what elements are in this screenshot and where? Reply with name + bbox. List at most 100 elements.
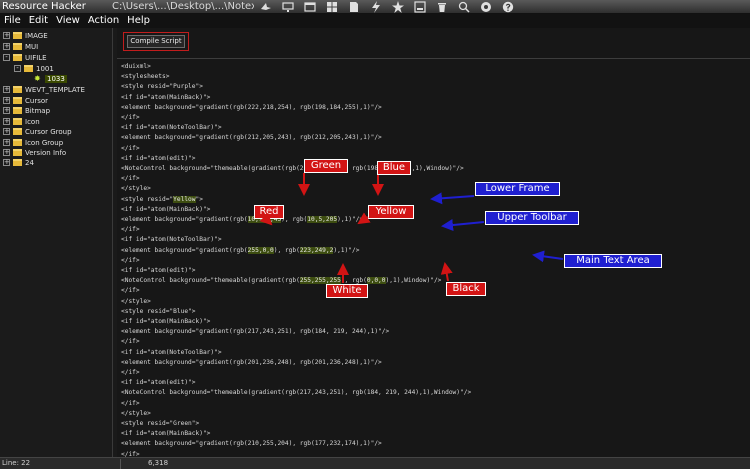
tree-item-label: IMAGE <box>25 31 48 40</box>
expand-icon[interactable]: + <box>3 139 10 146</box>
code-line[interactable]: <style resid="Blue"> <box>121 307 196 317</box>
dialog-icon[interactable] <box>409 0 431 14</box>
tree-item-1033[interactable]: ✸ 1033 <box>34 73 67 84</box>
annotation-red: Red <box>254 205 284 219</box>
code-line[interactable]: </style> <box>121 409 151 419</box>
code-line[interactable]: <stylesheets> <box>121 72 169 82</box>
tree-item-label: WEVT_TEMPLATE <box>25 85 85 94</box>
annotation-blue: Blue <box>377 161 411 175</box>
tree-item-label: 1033 <box>45 74 67 83</box>
code-line[interactable]: <style resid="Green"> <box>121 419 199 429</box>
code-line[interactable]: <element background="gradient(rgb(255,0,… <box>121 246 359 256</box>
compile-script-button[interactable]: Compile Script <box>127 35 185 48</box>
code-line[interactable]: </style> <box>121 184 151 194</box>
collapse-icon[interactable]: - <box>14 65 21 72</box>
code-line[interactable]: <element background="gradient(rgb(201,23… <box>121 358 382 368</box>
tree-item-label: Icon Group <box>25 138 64 147</box>
add-resource-icon[interactable] <box>453 0 475 14</box>
tree-item-label: MUI <box>25 42 39 51</box>
code-line[interactable]: <if id="atom(MainBack)"> <box>121 93 210 103</box>
menu-help[interactable]: Help <box>123 14 154 28</box>
annotation-white: White <box>326 284 368 298</box>
expand-icon[interactable]: + <box>3 97 10 104</box>
code-line[interactable]: <if id="atom(MainBack)"> <box>121 429 210 439</box>
code-line[interactable]: <element background="gradient(rgb(10,196… <box>121 215 363 225</box>
code-line[interactable]: <element background="gradient(rgb(212,20… <box>121 133 382 143</box>
folder-open-icon <box>24 65 33 72</box>
collapse-icon[interactable]: - <box>3 54 10 61</box>
menu-edit[interactable]: Edit <box>25 14 52 28</box>
code-line[interactable]: <if id="atom(edit)"> <box>121 154 196 164</box>
expand-icon[interactable]: + <box>3 86 10 93</box>
code-line[interactable]: <NoteControl background="themeable(gradi… <box>121 388 471 398</box>
expand-icon[interactable]: + <box>3 107 10 114</box>
tree-item-label: 24 <box>25 158 34 167</box>
highlighted-value: Yellow <box>173 195 196 203</box>
gear-icon[interactable] <box>475 0 497 14</box>
expand-icon[interactable]: + <box>3 118 10 125</box>
code-line[interactable]: </if> <box>121 256 140 266</box>
expand-icon[interactable]: + <box>3 149 10 156</box>
code-line[interactable]: <style resid="Purple"> <box>121 82 203 92</box>
folder-icon <box>13 107 22 114</box>
code-line[interactable]: <element background="gradient(rgb(210,25… <box>121 439 382 449</box>
folder-icon <box>13 86 22 93</box>
tree-item-wevt-template[interactable]: + WEVT_TEMPLATE <box>3 84 85 95</box>
tree-item-label: Bitmap <box>25 106 51 115</box>
code-line[interactable]: </if> <box>121 174 140 184</box>
expand-icon[interactable]: + <box>3 159 10 166</box>
code-line[interactable]: </style> <box>121 297 151 307</box>
app-title: Resource Hacker <box>2 1 86 12</box>
new-file-icon[interactable] <box>343 0 365 14</box>
code-line[interactable]: <style resid="Yellow"> <box>121 195 203 205</box>
tree-item-label: UIFILE <box>25 53 47 62</box>
code-line[interactable]: </if> <box>121 337 140 347</box>
monitor-icon[interactable] <box>277 0 299 14</box>
tree-item-uifile[interactable]: - UIFILE <box>3 52 47 63</box>
code-line[interactable]: <NoteControl background="themeable(gradi… <box>121 164 464 174</box>
code-line[interactable]: <if id="atom(edit)"> <box>121 266 196 276</box>
expand-icon[interactable]: + <box>3 32 10 39</box>
menu-action[interactable]: Action <box>84 14 123 28</box>
code-line[interactable]: </if> <box>121 225 140 235</box>
code-line[interactable]: </if> <box>121 144 140 154</box>
highlighted-value: 255,0,0 <box>247 246 274 254</box>
tree-item-label: Cursor <box>25 96 49 105</box>
menu-view[interactable]: View <box>52 14 84 28</box>
code-line[interactable]: <if id="atom(MainBack)"> <box>121 205 210 215</box>
menu-file[interactable]: File <box>0 14 25 28</box>
code-line[interactable]: </if> <box>121 286 140 296</box>
windows-logo-icon[interactable] <box>321 0 343 14</box>
code-line[interactable]: <if id="atom(MainBack)"> <box>121 317 210 327</box>
code-line[interactable]: <duixml> <box>121 62 151 72</box>
folder-icon <box>13 149 22 156</box>
tree-item-cursor-group[interactable]: + Cursor Group <box>3 126 72 137</box>
window-icon[interactable] <box>299 0 321 14</box>
trash-icon[interactable] <box>431 0 453 14</box>
tree-item-image[interactable]: + IMAGE <box>3 30 48 41</box>
code-line[interactable]: <NoteControl background="themeable(gradi… <box>121 276 441 286</box>
tree-item-mui[interactable]: + MUI <box>3 41 38 52</box>
star-icon[interactable] <box>387 0 409 14</box>
code-line[interactable]: <if id="atom(NoteToolBar)"> <box>121 235 222 245</box>
tree-item-24[interactable]: +24 <box>3 157 34 168</box>
tree-item-bitmap[interactable]: + Bitmap <box>3 105 50 116</box>
expand-icon[interactable]: + <box>3 128 10 135</box>
code-line[interactable]: </if> <box>121 113 140 123</box>
tree-item-label: Cursor Group <box>25 127 72 136</box>
folder-icon <box>13 128 22 135</box>
code-line[interactable]: <element background="gradient(rgb(222,21… <box>121 103 382 113</box>
lightning-icon[interactable] <box>365 0 387 14</box>
folder-icon <box>13 43 22 50</box>
annotation-main-text-area: Main Text Area <box>564 254 662 268</box>
code-line[interactable]: <if id="atom(NoteToolBar)"> <box>121 348 222 358</box>
expand-icon[interactable]: + <box>3 43 10 50</box>
shark-logo-icon[interactable] <box>255 0 277 14</box>
help-icon[interactable] <box>497 0 519 14</box>
code-line[interactable]: <if id="atom(edit)"> <box>121 378 196 388</box>
tree-item-label: Version Info <box>25 148 67 157</box>
code-line[interactable]: </if> <box>121 368 140 378</box>
code-line[interactable]: <element background="gradient(rgb(217,24… <box>121 327 389 337</box>
code-line[interactable]: <if id="atom(NoteToolBar)"> <box>121 123 222 133</box>
code-line[interactable]: </if> <box>121 399 140 409</box>
